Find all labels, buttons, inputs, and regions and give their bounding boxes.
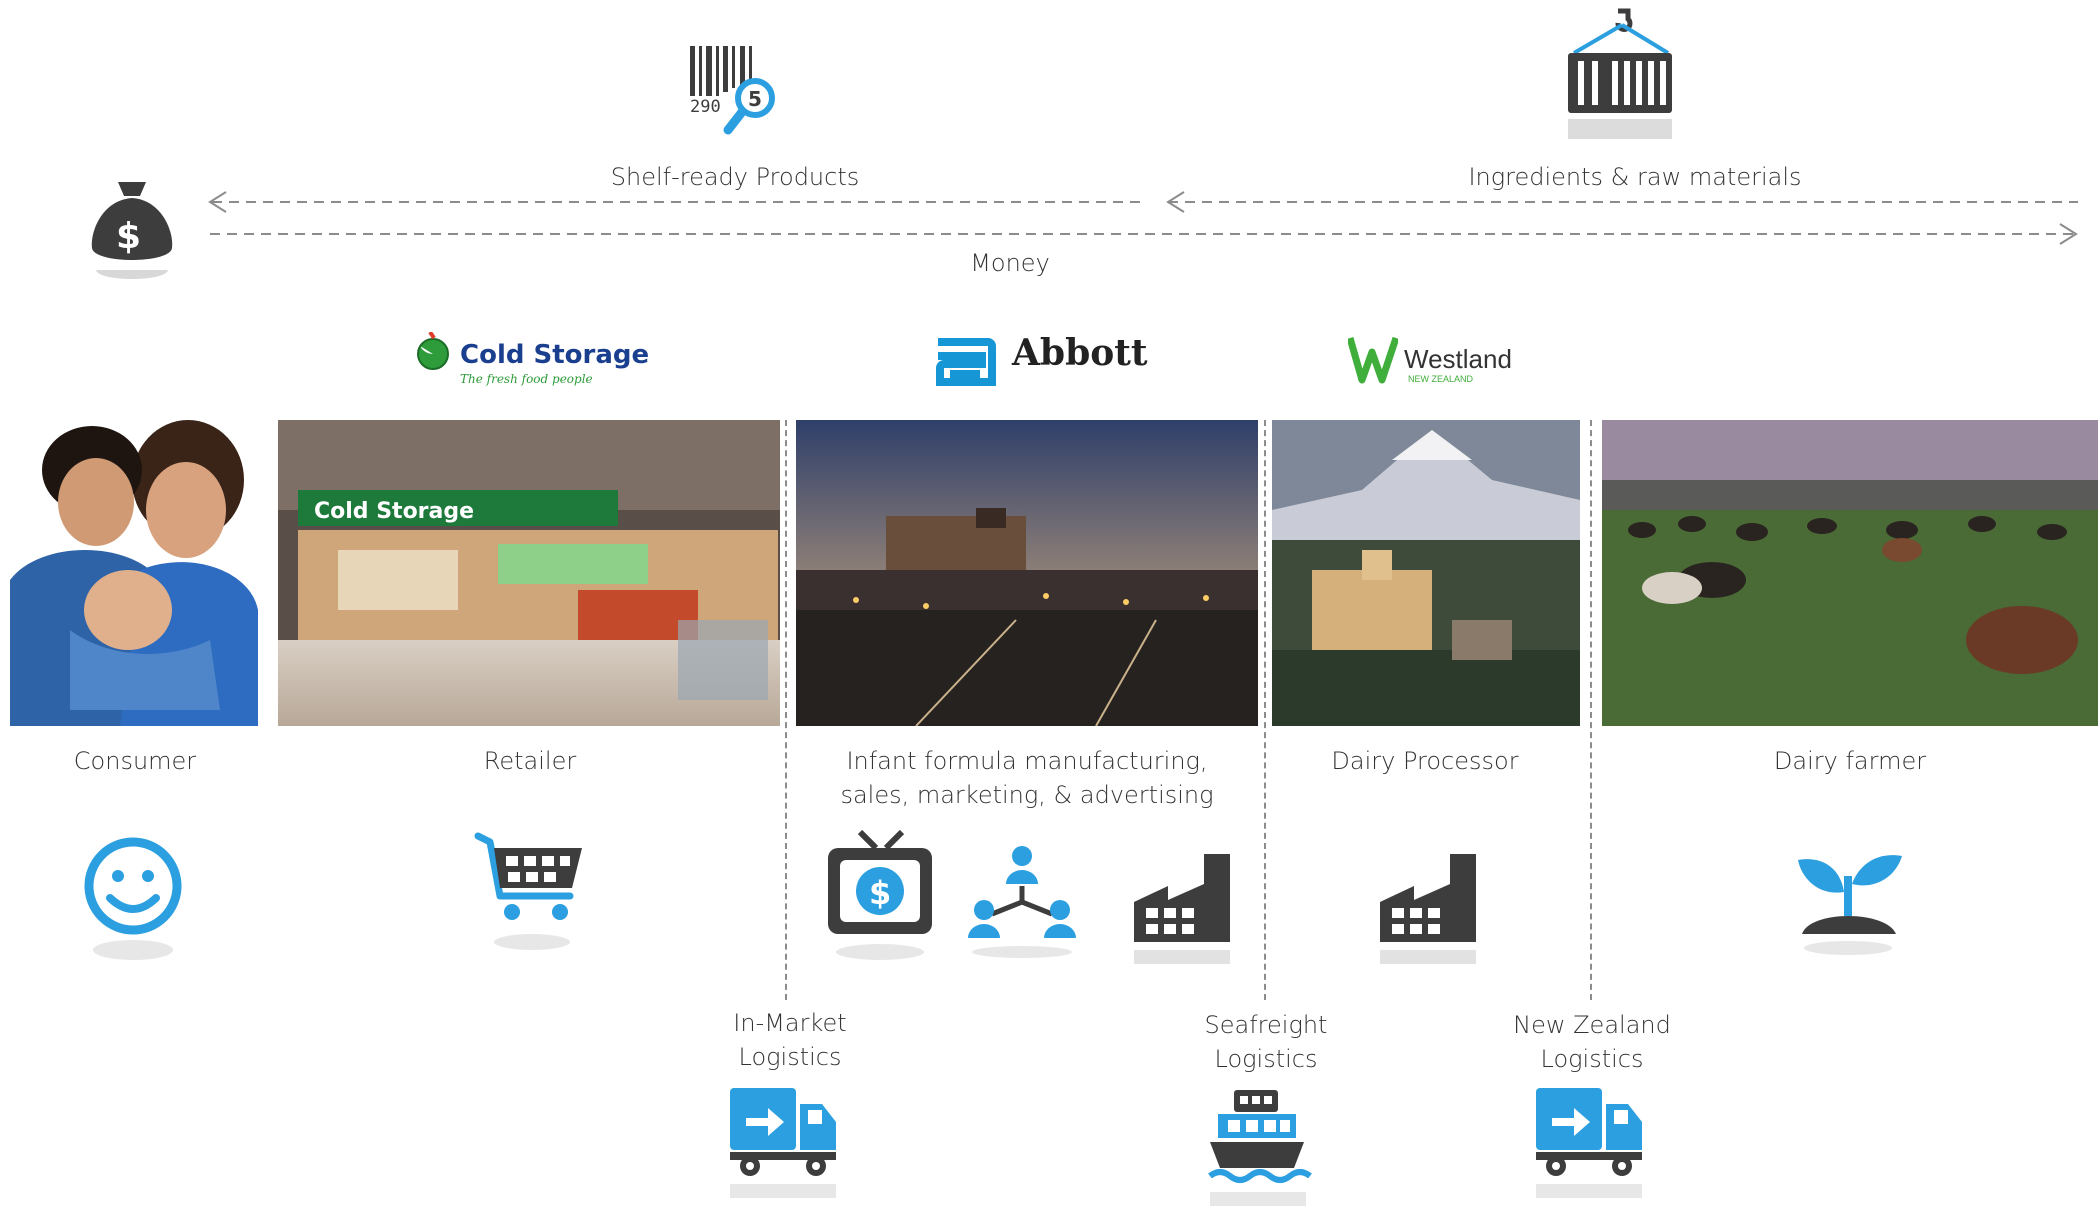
stage-label-retailer: Retailer (483, 747, 577, 775)
svg-text:Cold Storage: Cold Storage (314, 499, 474, 524)
logistics-new-zealand-line1: New Zealand (1513, 1011, 1671, 1039)
factory-icon (1128, 846, 1248, 976)
stage-label-consumer: Consumer (73, 747, 197, 775)
consumer-family-photo (10, 410, 258, 726)
stage-label-processor: Dairy Processor (1331, 747, 1519, 775)
retailer-store-photo: Cold Storage (278, 420, 780, 726)
delivery-truck-icon (726, 1080, 846, 1210)
sprout-icon (1790, 836, 1910, 966)
separator-new-zealand (1590, 420, 1592, 1000)
barcode-magnifier-digit: 5 (748, 87, 762, 111)
delivery-truck-icon (1532, 1080, 1652, 1210)
shopping-cart-icon (470, 826, 590, 956)
barcode-icon: 290 5 (680, 38, 790, 138)
westland-name: Westland (1404, 344, 1512, 374)
abbott-name: Abbott (1012, 332, 1148, 374)
money-bag-icon: $ (82, 170, 182, 300)
materials-flow-label: Ingredients & raw materials (1468, 163, 1802, 191)
abbott-logo: Abbott (932, 332, 1152, 394)
stage-label-farmer: Dairy farmer (1773, 747, 1927, 775)
logistics-in-market-line2: Logistics (738, 1043, 842, 1071)
logistics-seafreight-line1: Seafreight (1204, 1011, 1328, 1039)
shipping-container-icon (1560, 5, 1680, 145)
logistics-seafreight-line2: Logistics (1214, 1045, 1318, 1073)
abbott-plant-photo (796, 420, 1258, 726)
smiley-icon (80, 830, 190, 970)
products-flow-label: Shelf-ready Products (610, 163, 860, 191)
logistics-in-market-line1: In-Market (733, 1009, 847, 1037)
logistics-new-zealand-line2: Logistics (1540, 1045, 1644, 1073)
westland-logo: Westland NEW ZEALAND (1348, 334, 1528, 390)
separator-seafreight (1264, 420, 1266, 1000)
dairy-processor-photo (1272, 420, 1580, 726)
cold-storage-logo: Cold Storage The fresh food people (414, 330, 654, 390)
separator-in-market (785, 420, 787, 1000)
org-chart-icon (962, 840, 1082, 960)
barcode-digits: 290 (690, 97, 721, 117)
flow-arrows (208, 191, 2078, 245)
money-flow-label: Money (970, 249, 1050, 277)
stage-label-manufacturer-1: Infant formula manufacturing, (846, 747, 1208, 775)
svg-text:$: $ (116, 216, 141, 257)
stage-label-manufacturer-2: sales, marketing, & advertising (840, 781, 1214, 809)
cold-storage-tagline: The fresh food people (460, 372, 593, 386)
tv-dollar-icon: $ (820, 826, 940, 966)
westland-sub: NEW ZEALAND (1408, 374, 1474, 384)
svg-text:$: $ (869, 874, 891, 912)
dairy-farm-photo (1602, 420, 2098, 726)
factory-icon (1374, 846, 1494, 976)
cold-storage-name: Cold Storage (460, 340, 650, 370)
cargo-ship-icon (1204, 1080, 1324, 1220)
